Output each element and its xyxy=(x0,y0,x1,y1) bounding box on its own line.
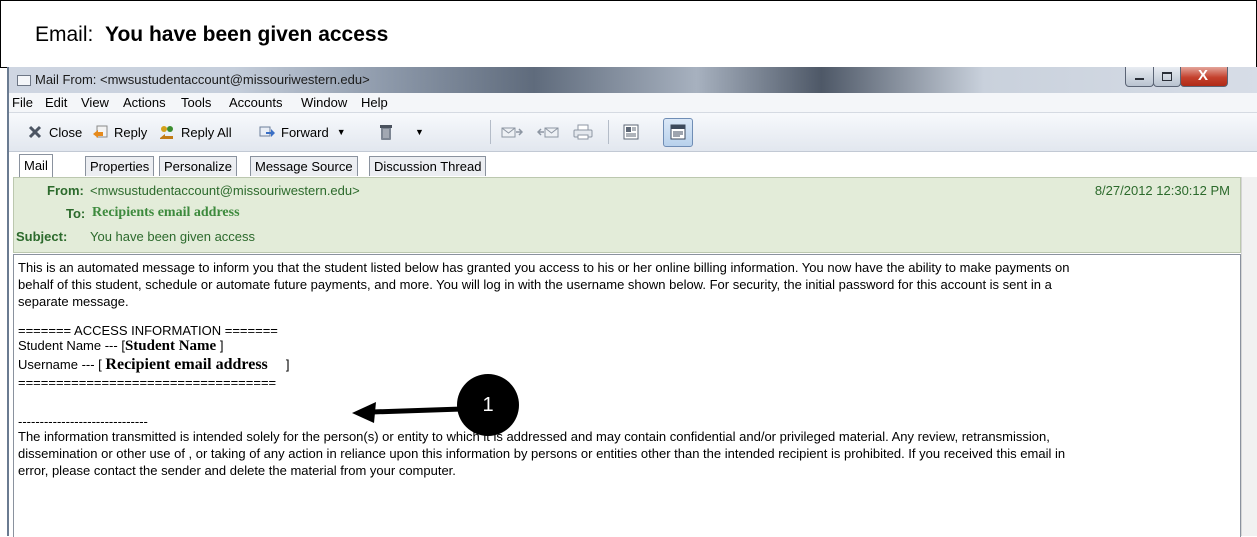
username-line: Username --- [ Recipient email address ] xyxy=(18,356,289,374)
toolbar: Close Reply Reply All Forward ▼ ▼ xyxy=(9,113,1257,152)
forward-icon xyxy=(259,124,275,140)
reply-all-button[interactable]: Reply All xyxy=(159,123,232,141)
reply-all-icon xyxy=(159,124,175,140)
intro-line-1: This is an automated message to inform y… xyxy=(18,260,1070,275)
chevron-down-icon[interactable]: ▼ xyxy=(337,127,346,137)
caption-prefix: Email: xyxy=(35,23,94,46)
menu-window[interactable]: Window xyxy=(301,95,347,110)
student-name-prefix: Student Name --- [ xyxy=(18,338,125,353)
legal-line-2: dissemination or other use of , or takin… xyxy=(18,446,1066,461)
menu-file[interactable]: File xyxy=(12,95,33,110)
vertical-scrollbar[interactable] xyxy=(1241,177,1257,536)
forward-button[interactable]: Forward ▼ xyxy=(259,123,346,141)
menu-edit[interactable]: Edit xyxy=(45,95,67,110)
legal-line-1: The information transmitted is intended … xyxy=(18,429,1050,444)
access-info-separator: ================================== xyxy=(18,375,277,390)
tab-properties[interactable]: Properties xyxy=(85,156,155,176)
from-label: From: xyxy=(47,183,84,198)
username-value: Recipient email address xyxy=(105,356,268,373)
menu-bar: File Edit View Actions Tools Accounts Wi… xyxy=(9,93,1257,113)
next-mail-icon xyxy=(536,124,559,140)
legal-line-3: error, please contact the sender and del… xyxy=(18,463,456,478)
tab-message-source[interactable]: Message Source xyxy=(250,156,358,176)
student-name-suffix: ] xyxy=(219,338,224,353)
view-header-button[interactable] xyxy=(623,123,645,141)
mail-window: Mail From: <mwsustudentaccount@missouriw… xyxy=(7,67,1257,537)
print-icon xyxy=(573,124,593,140)
menu-accounts[interactable]: Accounts xyxy=(229,95,282,110)
message-date: 8/27/2012 12:30:12 PM xyxy=(1094,183,1230,198)
next-message-button[interactable] xyxy=(536,123,565,141)
intro-line-3: separate message. xyxy=(18,294,129,309)
to-address[interactable]: Recipients email address xyxy=(92,205,240,221)
from-address[interactable]: <mwsustudentaccount@missouriwestern.edu> xyxy=(90,183,360,198)
menu-actions[interactable]: Actions xyxy=(123,95,166,110)
caption-bold-title: You have been given access xyxy=(105,23,389,46)
subject-text: You have been given access xyxy=(90,229,256,244)
window-title: Mail From: <mwsustudentaccount@missouriw… xyxy=(35,72,370,87)
username-suffix: ] xyxy=(285,357,290,372)
toolbar-separator xyxy=(490,120,491,144)
header-view-icon xyxy=(623,124,639,140)
close-window-button[interactable]: X xyxy=(1180,67,1228,87)
toolbar-separator xyxy=(608,120,609,144)
caption-box: Email: You have been given access xyxy=(0,0,1257,68)
reply-label: Reply xyxy=(114,124,148,140)
tab-discussion-thread[interactable]: Discussion Thread xyxy=(369,156,487,176)
previous-mail-icon xyxy=(501,124,524,140)
callout-number-badge: 1 xyxy=(457,374,519,436)
access-info-header: ======= ACCESS INFORMATION ======= xyxy=(18,323,278,338)
title-bar[interactable]: Mail From: <mwsustudentaccount@missouriw… xyxy=(9,67,1257,93)
close-x-icon: X xyxy=(1198,67,1209,84)
reading-pane-icon xyxy=(670,124,686,143)
username-prefix: Username --- [ xyxy=(18,357,102,372)
intro-line-2: behalf of this student, schedule or auto… xyxy=(18,277,1052,292)
dashed-separator: ------------------------------ xyxy=(18,414,148,429)
reply-all-label: Reply All xyxy=(181,124,232,140)
tab-mail[interactable]: Mail xyxy=(19,154,53,178)
reply-icon xyxy=(92,124,108,140)
previous-message-button[interactable] xyxy=(501,123,529,141)
trash-icon xyxy=(377,123,395,141)
close-icon xyxy=(27,124,43,140)
student-name-value: Student Name xyxy=(124,338,217,354)
forward-label: Forward xyxy=(281,124,329,140)
caption-title: Email: You have been given access xyxy=(35,23,388,47)
chevron-down-icon[interactable]: ▼ xyxy=(415,127,424,137)
print-button[interactable] xyxy=(573,123,599,141)
message-header: From: <mwsustudentaccount@missouriwester… xyxy=(13,177,1241,253)
tab-personalize[interactable]: Personalize xyxy=(159,156,237,176)
envelope-icon xyxy=(17,75,31,86)
reply-button[interactable]: Reply xyxy=(92,123,147,141)
reading-pane-toggle[interactable] xyxy=(663,118,693,147)
student-name-line: Student Name --- [Student Name ] xyxy=(18,338,223,355)
subject-label: Subject: xyxy=(16,229,68,244)
close-button[interactable]: Close xyxy=(27,123,82,141)
close-label: Close xyxy=(49,124,83,140)
menu-help[interactable]: Help xyxy=(361,95,388,110)
menu-view[interactable]: View xyxy=(81,95,109,110)
minimize-button[interactable] xyxy=(1125,67,1154,87)
message-body[interactable]: This is an automated message to inform y… xyxy=(13,254,1241,537)
to-label: To: xyxy=(66,206,86,221)
delete-button[interactable]: ▼ xyxy=(377,123,424,141)
tab-strip: Mail Properties Personalize Message Sour… xyxy=(9,154,1257,178)
menu-tools[interactable]: Tools xyxy=(181,95,211,110)
annotation-arrow xyxy=(352,402,463,423)
maximize-button[interactable] xyxy=(1153,67,1181,87)
